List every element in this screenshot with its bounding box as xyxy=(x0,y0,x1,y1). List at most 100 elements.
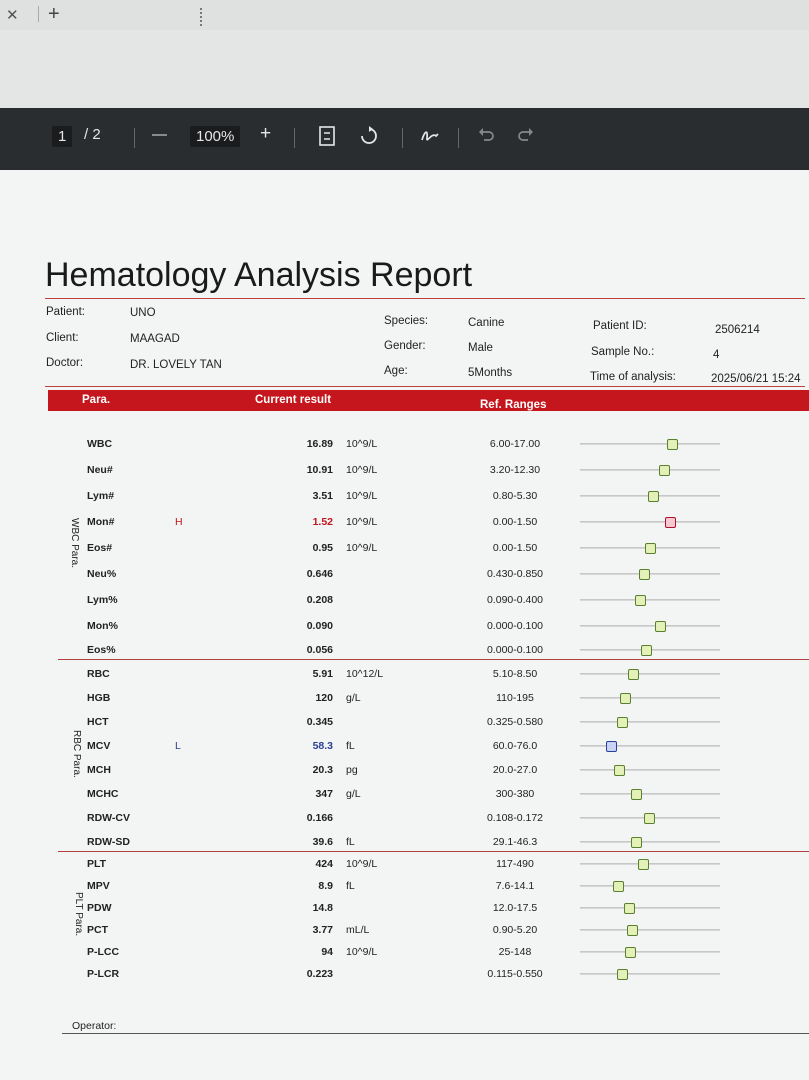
param-name: RDW-SD xyxy=(87,836,130,848)
param-ref-range: 0.80-5.30 xyxy=(492,490,538,502)
param-name: Mon# xyxy=(87,516,115,528)
range-indicator-marker xyxy=(647,491,659,502)
result-row: RDW-CV 0.166 0.108-0.172 xyxy=(0,812,809,832)
param-unit: fL xyxy=(346,740,355,752)
param-ref-range: 0.430-0.850 xyxy=(486,568,544,580)
toolbar-divider xyxy=(402,128,403,148)
param-value: 0.166 xyxy=(306,812,333,824)
info-rule xyxy=(45,386,805,387)
zoom-level[interactable]: 100% xyxy=(190,126,241,147)
range-indicator-track xyxy=(580,859,720,870)
range-indicator-marker xyxy=(619,693,631,704)
result-row: PLT 424 10^9/L 117-490 xyxy=(0,858,809,878)
range-indicator-track xyxy=(580,569,720,580)
zoom-out-button[interactable]: — xyxy=(152,126,167,143)
zoom-in-button[interactable]: + xyxy=(260,123,271,145)
param-unit: 10^9/L xyxy=(346,464,378,476)
param-unit: 10^9/L xyxy=(346,542,378,554)
result-row: P-LCR 0.223 0.115-0.550 xyxy=(0,968,809,988)
range-indicator-marker xyxy=(667,439,679,450)
param-value: 94 xyxy=(321,946,333,958)
result-row: MCV L 58.3 fL 60.0-76.0 xyxy=(0,740,809,760)
range-indicator-marker xyxy=(664,517,676,528)
param-ref-range: 5.10-8.50 xyxy=(492,668,538,680)
result-row: PCT 3.77 mL/L 0.90-5.20 xyxy=(0,924,809,944)
result-row: Mon% 0.090 0.000-0.100 xyxy=(0,620,809,640)
param-ref-range: 0.115-0.550 xyxy=(487,968,543,980)
param-value: 120 xyxy=(315,692,333,704)
range-indicator-track xyxy=(580,969,720,980)
range-indicator-track xyxy=(580,881,720,892)
toolbar-divider xyxy=(458,128,459,148)
param-unit: 10^9/L xyxy=(346,858,378,870)
param-name: RBC xyxy=(87,668,110,680)
age-value: 5Months xyxy=(468,367,513,379)
param-ref-range: 3.20-12.30 xyxy=(489,464,541,476)
group-rule xyxy=(58,659,809,660)
param-ref-range: 0.108-0.172 xyxy=(486,812,544,824)
range-indicator-marker xyxy=(625,947,637,958)
result-row: Neu% 0.646 0.430-0.850 xyxy=(0,568,809,588)
param-name: WBC xyxy=(87,438,113,450)
range-indicator-track xyxy=(580,765,720,776)
result-row: MCHC 347 g/L 300-380 xyxy=(0,788,809,808)
range-indicator-track xyxy=(580,813,720,824)
param-value: 0.090 xyxy=(306,620,333,632)
param-ref-range: 25-148 xyxy=(498,946,532,958)
page-number-input[interactable]: 1 xyxy=(52,126,73,147)
header-current: Current result xyxy=(255,394,332,406)
range-indicator-track xyxy=(580,693,720,704)
param-value: 3.77 xyxy=(312,924,333,936)
param-value: 58.3 xyxy=(312,740,333,752)
result-row: HCT 0.345 0.325-0.580 xyxy=(0,716,809,736)
result-row: WBC 16.89 10^9/L 6.00-17.00 xyxy=(0,438,809,458)
param-value: 20.3 xyxy=(312,764,333,776)
age-label: Age: xyxy=(384,365,408,377)
param-ref-range: 0.000-0.100 xyxy=(486,620,544,632)
param-ref-range: 0.090-0.400 xyxy=(486,594,544,606)
param-name: PLT xyxy=(87,858,107,870)
range-indicator-marker xyxy=(640,645,652,656)
new-tab-icon[interactable]: + xyxy=(48,3,60,26)
tab-drag-handle xyxy=(200,8,202,26)
draw-icon[interactable] xyxy=(420,126,440,150)
range-indicator-marker xyxy=(612,881,624,892)
range-indicator-marker xyxy=(654,621,666,632)
param-name: PDW xyxy=(87,902,112,914)
fit-page-icon[interactable] xyxy=(318,126,336,150)
range-indicator-marker xyxy=(624,903,635,914)
param-value: 347 xyxy=(315,788,333,800)
param-value: 0.646 xyxy=(306,568,333,580)
result-row: Eos# 0.95 10^9/L 0.00-1.50 xyxy=(0,542,809,562)
param-value: 0.345 xyxy=(306,716,333,728)
range-indicator-marker xyxy=(605,741,617,752)
param-unit: fL xyxy=(346,836,355,848)
result-row: HGB 120 g/L 110-195 xyxy=(0,692,809,712)
param-value: 16.89 xyxy=(306,438,333,450)
operator-rule xyxy=(62,1033,809,1034)
range-indicator-track xyxy=(580,465,720,476)
param-name: HGB xyxy=(87,692,111,704)
result-row: PDW 14.8 12.0-17.5 xyxy=(0,902,809,922)
param-ref-range: 12.0-17.5 xyxy=(492,902,538,914)
rotate-icon[interactable] xyxy=(358,126,380,150)
gender-value: Male xyxy=(468,342,493,354)
redo-icon[interactable] xyxy=(516,126,534,148)
range-indicator-marker xyxy=(639,569,651,580)
param-unit: 10^12/L xyxy=(346,668,384,680)
group-rule xyxy=(58,851,809,852)
param-unit: mL/L xyxy=(346,924,370,936)
results-header: Para. Current result Ref. Ranges xyxy=(48,390,809,411)
param-unit: fL xyxy=(346,880,355,892)
range-indicator-marker xyxy=(643,813,655,824)
param-name: RDW-CV xyxy=(87,812,130,824)
param-ref-range: 0.325-0.580 xyxy=(486,716,544,728)
header-ref: Ref. Ranges xyxy=(480,399,547,411)
group-label-plt: PLT Para. xyxy=(73,892,84,937)
param-value: 3.51 xyxy=(312,490,333,502)
undo-icon[interactable] xyxy=(478,126,496,148)
range-indicator-marker xyxy=(614,765,626,776)
param-name: PCT xyxy=(87,924,108,936)
close-tab-icon[interactable]: ✕ xyxy=(6,6,19,24)
param-ref-range: 60.0-76.0 xyxy=(492,740,538,752)
